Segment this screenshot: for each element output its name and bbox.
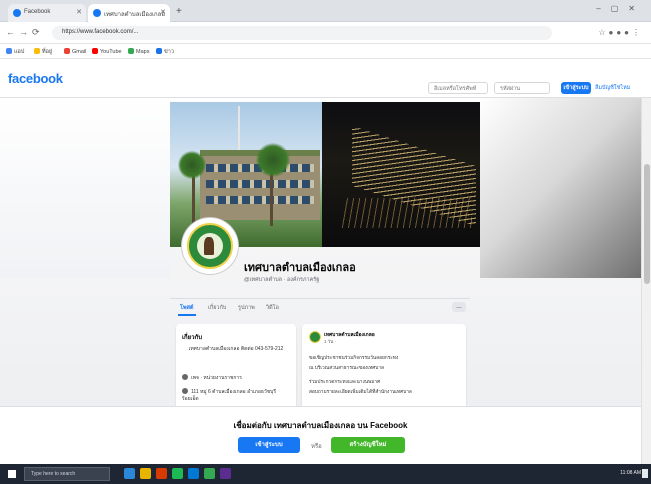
bookmark-item[interactable]: Gmail (64, 48, 86, 55)
seal-figure (204, 237, 214, 255)
navigation-buttons[interactable]: ←→⟳ (6, 27, 44, 38)
post-text-line: ร่วมประกวดกระทงและนางนพมาศ (309, 380, 381, 385)
scrollbar-thumb[interactable] (644, 164, 650, 284)
task-view-icon[interactable] (124, 468, 135, 479)
intro-title: เกี่ยวกับ (182, 335, 203, 341)
post-text-line: ขอเชิญประชาชนร่วมกิจกรรมวันลอยกระทง (309, 356, 399, 361)
avatar[interactable] (309, 331, 321, 343)
water-reflections (342, 198, 472, 228)
tab-posts[interactable]: โพสต์ (178, 304, 195, 316)
tab-label: Facebook (24, 9, 51, 15)
close-tab-icon[interactable]: ✕ (160, 8, 166, 16)
window-controls[interactable]: –▢✕ (596, 4, 645, 13)
facebook-logo[interactable]: facebook (8, 71, 63, 86)
scrollbar[interactable] (641, 98, 651, 464)
browser-tab-bar: Facebook ✕ เทศบาลตำบลเมืองเกลอ ✕ + –▢✕ (0, 0, 651, 22)
bookmark-item[interactable]: YouTube (92, 48, 122, 55)
post-text-line: ณ บริเวณสวนสาธารณะของเทศบาล (309, 366, 384, 371)
facebook-favicon-icon (13, 9, 21, 17)
url-input[interactable]: https://www.facebook.com/... (52, 26, 552, 40)
bookmark-item[interactable]: ที่อยู่ (34, 48, 52, 56)
tab-photos[interactable]: รูปภาพ (238, 304, 255, 312)
address-bar-row: ←→⟳ https://www.facebook.com/... ☆●●●⋮ (0, 22, 651, 44)
screen: Facebook ✕ เทศบาลตำบลเมืองเกลอ ✕ + –▢✕ ←… (0, 0, 651, 484)
post-timestamp[interactable]: 1 วัน · (324, 338, 336, 345)
building-windows (206, 196, 314, 204)
palm-tree (178, 150, 206, 180)
more-options-button[interactable]: ... (452, 302, 466, 312)
intro-description: เทศบาลตำบลเมืองเกลอ ติดต่อ 043-579-212 (188, 346, 284, 352)
intro-category-row: เพจ · หน่วยงานราชการ (182, 374, 242, 382)
facebook-header: facebook อีเมลหรือโทรศัพท์ รหัสผ่าน เข้า… (0, 59, 651, 98)
left-background (0, 98, 170, 278)
tab-about[interactable]: เกี่ยวกับ (208, 304, 226, 312)
page-tabs: โพสต์ เกี่ยวกับ รูปภาพ วิดีโอ (170, 298, 470, 316)
post-card: เทศบาลตำบลเมืองเกลอ 1 วัน · ขอเชิญประชาช… (302, 324, 466, 414)
intro-card: เกี่ยวกับ เทศบาลตำบลเมืองเกลอ ติดต่อ 043… (176, 324, 296, 414)
bookmarks-bar: แอป ที่อยู่ Gmail YouTube Maps ข่าว (0, 44, 651, 59)
bookmark-item[interactable]: แอป (6, 48, 24, 56)
intro-address-row: 111 หมู่ 6 ตำบลเมืองเกลอ อำเภอธวัชบุรี ร… (182, 388, 277, 402)
login-prompt-bar: เชื่อมต่อกับ เทศบาลตำบลเมืองเกลอ บน Face… (0, 406, 641, 464)
post-text-line: สอบถามรายละเอียดเพิ่มเติมได้ที่สำนักงานเ… (309, 390, 412, 395)
extensions-icons[interactable]: ☆●●●⋮ (598, 28, 643, 37)
system-clock[interactable]: 11:08 AM (620, 470, 641, 476)
password-field[interactable]: รหัสผ่าน (494, 82, 550, 94)
browser-tab[interactable]: Facebook ✕ (8, 4, 86, 22)
right-background (480, 98, 651, 278)
municipality-seal-logo (187, 223, 233, 269)
new-tab-icon[interactable]: + (176, 6, 182, 17)
building-windows (206, 180, 314, 188)
bookmark-item[interactable]: Maps (128, 48, 149, 55)
prompt-heading: เชื่อมต่อกับ เทศบาลตำบลเมืองเกลอ บน Face… (233, 421, 408, 430)
chrome-icon[interactable] (204, 468, 215, 479)
tab-videos[interactable]: วิดีโอ (266, 304, 279, 312)
header-login-button[interactable]: เข้าสู่ระบบ (561, 82, 591, 94)
notification-icon[interactable] (642, 469, 648, 478)
forgot-account-link[interactable]: ลืมบัญชีใช่ไหม (595, 84, 630, 92)
info-icon (182, 374, 188, 380)
office-icon[interactable] (156, 468, 167, 479)
app-icon[interactable] (220, 468, 231, 479)
login-button[interactable]: เข้าสู่ระบบ (238, 437, 300, 453)
windows-start-icon[interactable] (8, 470, 16, 478)
taskbar-search-input[interactable]: Type here to search (24, 467, 110, 481)
cover-night-lights-photo (322, 102, 480, 247)
mail-icon[interactable] (188, 468, 199, 479)
palm-tree (256, 142, 290, 178)
location-icon (182, 388, 188, 394)
app-icon[interactable] (172, 468, 183, 479)
page-meta: @เทศบาลตำบล · องค์กรภาครัฐ (244, 277, 320, 283)
close-tab-icon[interactable]: ✕ (76, 8, 82, 16)
bookmark-item[interactable]: ข่าว (156, 48, 174, 56)
profile-picture[interactable] (182, 218, 238, 274)
taskbar: Type here to search 11:08 AM (0, 464, 651, 484)
tab-label: เทศบาลตำบลเมืองเกลอ (104, 12, 165, 18)
create-account-button[interactable]: สร้างบัญชีใหม่ (331, 437, 405, 453)
page-title: เทศบาลตำบลเมืองเกลอ (244, 262, 356, 274)
facebook-favicon-icon (93, 9, 101, 17)
browser-tab-active[interactable]: เทศบาลตำบลเมืองเกลอ ✕ (88, 4, 170, 22)
file-explorer-icon[interactable] (140, 468, 151, 479)
or-label: หรือ (311, 444, 322, 450)
email-field[interactable]: อีเมลหรือโทรศัพท์ (428, 82, 488, 94)
